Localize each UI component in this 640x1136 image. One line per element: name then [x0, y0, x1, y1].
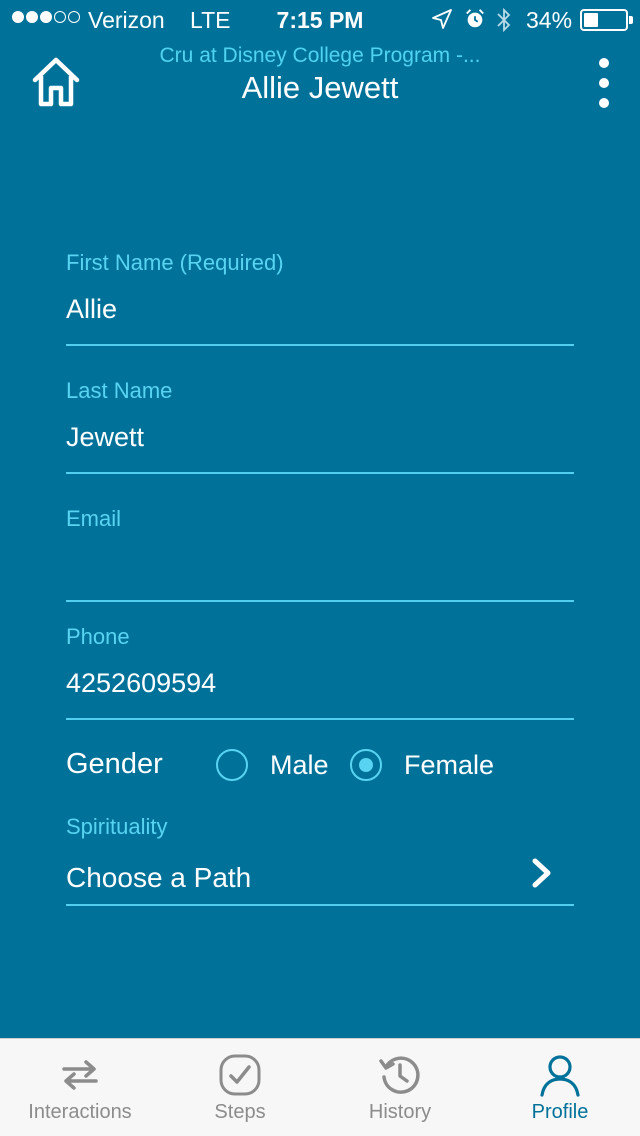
last-name-field: Last Name	[66, 378, 574, 474]
gender-male-radio[interactable]	[216, 749, 248, 781]
tab-steps[interactable]: Steps	[160, 1039, 320, 1136]
gender-female-radio[interactable]	[350, 749, 382, 781]
app-header: Cru at Disney College Program -... Allie…	[0, 40, 640, 130]
email-label: Email	[66, 506, 122, 531]
tab-history[interactable]: History	[320, 1039, 480, 1136]
tab-interactions[interactable]: Interactions	[0, 1039, 160, 1136]
gender-female-label[interactable]: Female	[404, 750, 494, 781]
organization-subtitle: Cru at Disney College Program -...	[159, 44, 481, 67]
bluetooth-icon	[497, 7, 511, 33]
phone-field: Phone	[66, 624, 574, 720]
gender-male-label[interactable]: Male	[270, 750, 329, 781]
person-icon	[540, 1055, 580, 1097]
tab-profile-label: Profile	[531, 1101, 589, 1123]
more-vertical-icon[interactable]	[584, 56, 624, 112]
spirituality-path-selector[interactable]: Spirituality Choose a Path	[66, 812, 574, 906]
alarm-clock-icon	[466, 9, 484, 28]
swap-arrows-icon	[62, 1060, 98, 1090]
tab-interactions-label: Interactions	[28, 1101, 132, 1123]
home-icon[interactable]	[30, 54, 82, 110]
chevron-right-icon	[532, 858, 551, 888]
page-title: Allie Jewett	[241, 70, 399, 105]
phone-label: Phone	[66, 624, 130, 649]
gender-selector: Gender Male Female	[66, 744, 574, 788]
first-name-field: First Name (Required)	[66, 250, 574, 346]
tab-steps-label: Steps	[214, 1101, 266, 1123]
bottom-tab-bar: Interactions Steps History Profile	[0, 1038, 640, 1136]
gender-label: Gender	[66, 748, 163, 780]
last-name-label: Last Name	[66, 378, 173, 403]
first-name-input[interactable]	[66, 294, 574, 325]
first-name-label: First Name (Required)	[66, 250, 284, 275]
location-arrow-icon	[432, 9, 452, 29]
battery-percent: 34%	[526, 7, 573, 33]
check-circle-icon	[219, 1054, 261, 1096]
status-bar: Verizon LTE 7:15 PM 34%	[0, 0, 640, 40]
tab-profile[interactable]: Profile	[480, 1039, 640, 1136]
phone-input[interactable]	[66, 668, 574, 699]
last-name-input[interactable]	[66, 422, 574, 453]
tab-history-label: History	[368, 1101, 432, 1123]
spirituality-value: Choose a Path	[66, 862, 252, 893]
email-field: Email	[66, 506, 574, 602]
spirituality-label: Spirituality	[66, 814, 168, 839]
history-clock-icon	[379, 1056, 420, 1094]
battery-icon	[580, 9, 628, 31]
email-input[interactable]	[66, 550, 574, 581]
